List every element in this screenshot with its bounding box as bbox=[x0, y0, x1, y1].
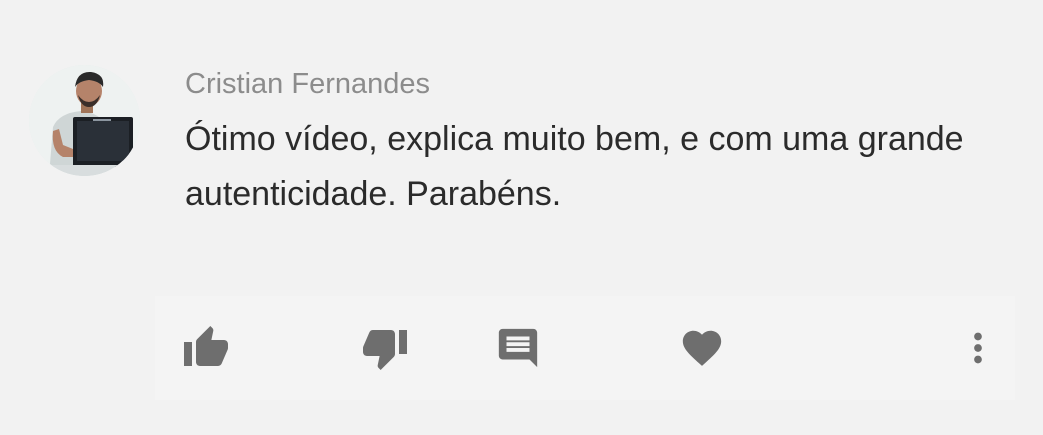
comment-text: Ótimo vídeo, explica muito bem, e com um… bbox=[185, 120, 964, 213]
avatar-photo bbox=[29, 65, 140, 176]
comment-author[interactable]: Cristian Fernandes bbox=[185, 66, 430, 102]
avatar[interactable] bbox=[29, 65, 140, 176]
more-vertical-icon bbox=[974, 332, 982, 364]
reply-comment-icon bbox=[498, 328, 538, 368]
reply-button[interactable] bbox=[492, 322, 544, 374]
dislike-button[interactable] bbox=[359, 322, 411, 374]
like-button[interactable] bbox=[180, 322, 232, 374]
heart-button[interactable] bbox=[676, 322, 728, 374]
thumb-down-icon bbox=[363, 330, 407, 370]
more-options-button[interactable] bbox=[952, 322, 1004, 374]
heart-icon bbox=[682, 330, 722, 366]
thumb-up-icon bbox=[184, 326, 228, 366]
comment-card: Cristian Fernandes Ótimo vídeo, explica … bbox=[0, 0, 1043, 435]
comment-actions-bar bbox=[155, 296, 1015, 400]
